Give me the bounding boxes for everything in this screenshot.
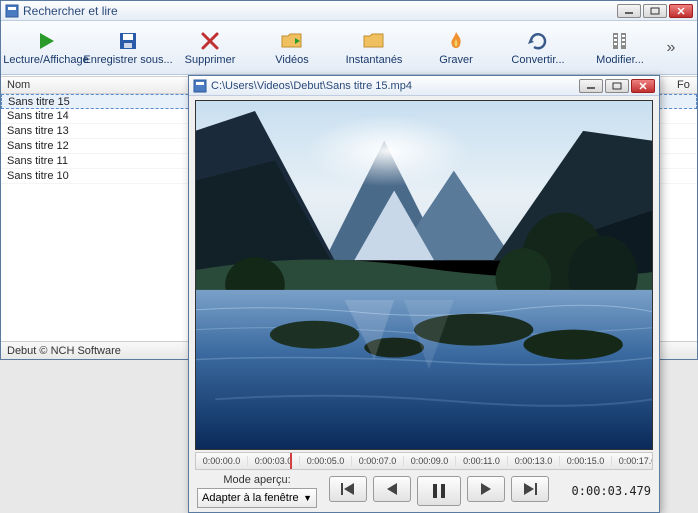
play-view-button[interactable]: Lecture/Affichage	[5, 23, 87, 73]
player-titlebar[interactable]: C:\Users\Videos\Debut\Sans titre 15.mp4	[189, 76, 659, 96]
timeline-tick: 0:00:00.0	[196, 456, 248, 466]
folder-icon	[363, 30, 385, 52]
save-icon	[117, 30, 139, 52]
toolbar-label: Lecture/Affichage	[3, 54, 88, 66]
mode-value: Adapter à la fenêtre	[202, 492, 299, 504]
toolbar-label: Vidéos	[275, 54, 308, 66]
edit-button[interactable]: Modifier...	[579, 23, 661, 73]
main-toolbar: Lecture/Affichage Enregistrer sous... Su…	[1, 21, 697, 75]
app-icon	[193, 79, 207, 93]
convert-button[interactable]: Convertir...	[497, 23, 579, 73]
player-controls: Mode aperçu: Adapter à la fenêtre ▼ 0:00…	[189, 470, 659, 512]
window-title: Rechercher et lire	[23, 4, 617, 18]
toolbar-label: Convertir...	[511, 54, 564, 66]
chevron-down-icon: ▼	[303, 493, 312, 503]
timecode: 0:00:03.479	[572, 484, 651, 498]
mode-label: Mode aperçu:	[223, 474, 290, 486]
player-window: C:\Users\Videos\Debut\Sans titre 15.mp4	[188, 75, 660, 513]
videos-button[interactable]: Vidéos	[251, 23, 333, 73]
timeline-tick: 0:00:05.0	[300, 456, 352, 466]
toolbar-overflow-button[interactable]: »	[661, 39, 681, 57]
delete-button[interactable]: Supprimer	[169, 23, 251, 73]
close-button[interactable]	[631, 79, 655, 93]
toolbar-label: Graver	[439, 54, 473, 66]
window-controls	[617, 4, 693, 18]
burn-button[interactable]: Graver	[415, 23, 497, 73]
delete-icon	[199, 30, 221, 52]
toolbar-label: Enregistrer sous...	[83, 54, 172, 66]
snapshots-button[interactable]: Instantanés	[333, 23, 415, 73]
minimize-button[interactable]	[579, 79, 603, 93]
toolbar-label: Modifier...	[596, 54, 644, 66]
close-button[interactable]	[669, 4, 693, 18]
skip-start-button[interactable]	[329, 476, 367, 502]
maximize-button[interactable]	[605, 79, 629, 93]
main-titlebar[interactable]: Rechercher et lire	[1, 1, 697, 21]
preview-mode-area: Mode aperçu: Adapter à la fenêtre ▼	[197, 474, 317, 508]
step-forward-button[interactable]	[467, 476, 505, 502]
toolbar-label: Instantanés	[346, 54, 403, 66]
toolbar-label: Supprimer	[185, 54, 236, 66]
timeline-tick: 0:00:13.0	[508, 456, 560, 466]
save-as-button[interactable]: Enregistrer sous...	[87, 23, 169, 73]
playhead[interactable]	[290, 453, 292, 469]
player-title: C:\Users\Videos\Debut\Sans titre 15.mp4	[211, 80, 579, 92]
timeline-tick: 0:00:03.0	[248, 456, 300, 466]
timeline-tick: 0:00:17.0	[612, 456, 653, 466]
timeline-tick: 0:00:09.0	[404, 456, 456, 466]
player-window-controls	[579, 79, 655, 93]
step-back-button[interactable]	[373, 476, 411, 502]
timeline[interactable]: 0:00:00.00:00:03.00:00:05.00:00:07.00:00…	[195, 452, 653, 470]
minimize-button[interactable]	[617, 4, 641, 18]
burn-icon	[445, 30, 467, 52]
mode-select[interactable]: Adapter à la fenêtre ▼	[197, 488, 317, 508]
maximize-button[interactable]	[643, 4, 667, 18]
status-text: Debut © NCH Software	[7, 345, 121, 357]
app-icon	[5, 4, 19, 18]
timeline-tick: 0:00:07.0	[352, 456, 404, 466]
play-icon	[35, 30, 57, 52]
timeline-tick: 0:00:11.0	[456, 456, 508, 466]
convert-icon	[527, 30, 549, 52]
skip-end-button[interactable]	[511, 476, 549, 502]
transport-controls	[329, 476, 549, 506]
timeline-tick: 0:00:15.0	[560, 456, 612, 466]
pause-button[interactable]	[417, 476, 461, 506]
folder-icon	[281, 30, 303, 52]
column-partial[interactable]: Fo	[677, 79, 697, 91]
video-viewport[interactable]	[195, 100, 653, 450]
edit-icon	[609, 30, 631, 52]
